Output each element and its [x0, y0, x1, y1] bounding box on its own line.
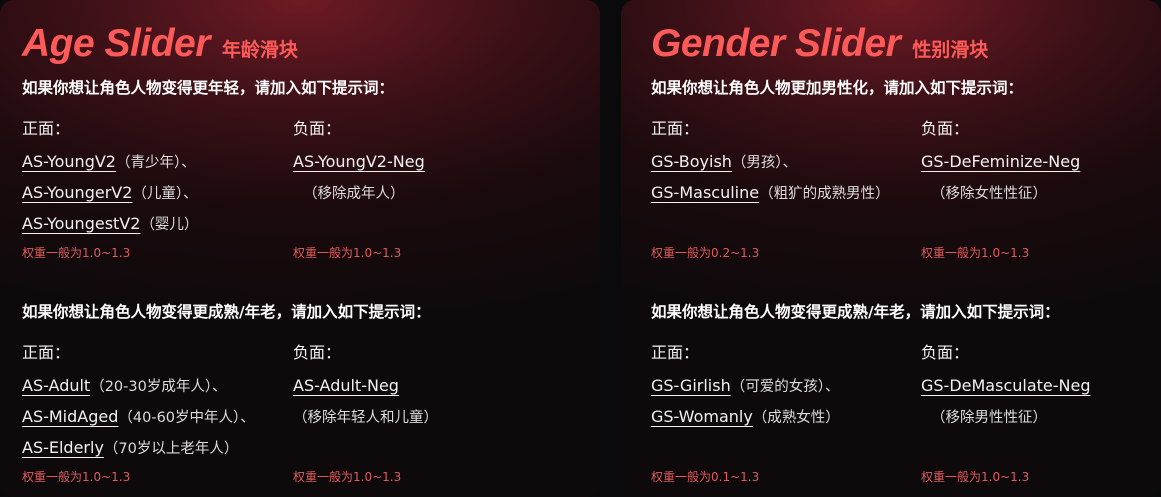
prompt-keyword[interactable]: AS-Adult: [22, 376, 90, 395]
older-negative-column: 负面： AS-Adult-Neg （移除年轻人和儿童）: [293, 342, 438, 432]
prompt-item: GS-Womanly（成熟女性）: [651, 401, 840, 432]
prompt-keyword[interactable]: GS-DeFeminize-Neg: [921, 152, 1080, 171]
negative-label: 负面：: [293, 119, 342, 138]
weight-note: 权重一般为1.0~1.3: [22, 470, 131, 484]
age-slider-title: Age Slider 年龄滑块: [22, 22, 298, 66]
prompt-note: （男孩）、: [731, 155, 798, 171]
gender-slider-title: Gender Slider 性别滑块: [651, 22, 988, 66]
prompt-keyword[interactable]: AS-Elderly: [22, 438, 104, 457]
prompt-note: （婴儿）: [140, 217, 199, 233]
prompt-note: （移除男性性征）: [931, 410, 1047, 426]
negative-label: 负面：: [921, 343, 970, 362]
age-slider-title-cn: 年龄滑块: [221, 39, 298, 61]
prompt-note: （移除女性性征）: [931, 186, 1047, 202]
prompt-item: AS-Adult-Neg: [293, 370, 438, 401]
older-heading: 如果你想让角色人物变得更成熟/年老，请加入如下提示词：: [22, 303, 431, 321]
older-positive-column: 正面： AS-Adult（20-30岁成年人）、 AS-MidAged（40-6…: [22, 342, 255, 463]
positive-label: 正面：: [651, 343, 700, 362]
prompt-item: GS-DeFeminize-Neg: [921, 146, 1080, 177]
prompt-keyword[interactable]: GS-DeMasculate-Neg: [921, 376, 1090, 395]
gender-slider-title-cn: 性别滑块: [912, 39, 989, 61]
prompt-item: AS-Elderly（70岁以上老年人）: [22, 432, 255, 463]
male-negative-column: 负面： GS-DeFeminize-Neg （移除女性性征）: [921, 118, 1080, 208]
prompt-keyword[interactable]: AS-YoungV2-Neg: [293, 152, 425, 171]
prompt-item: AS-Adult（20-30岁成年人）、: [22, 370, 255, 401]
prompt-keyword[interactable]: GS-Girlish: [651, 376, 731, 395]
prompt-item: （移除成年人）: [293, 177, 425, 208]
prompt-keyword[interactable]: GS-Womanly: [651, 407, 753, 426]
prompt-item: AS-YoungestV2（婴儿）: [22, 208, 198, 239]
prompt-item: AS-YoungV2（青少年）、: [22, 146, 198, 177]
younger-positive-column: 正面： AS-YoungV2（青少年）、 AS-YoungerV2（儿童）、 A…: [22, 118, 198, 239]
negative-label: 负面：: [921, 119, 970, 138]
weight-note: 权重一般为1.0~1.3: [22, 246, 131, 260]
weight-note: 权重一般为1.0~1.3: [293, 470, 402, 484]
prompt-item: AS-MidAged（40-60岁中年人）、: [22, 401, 255, 432]
prompt-note: （移除成年人）: [303, 186, 405, 202]
prompt-item: GS-Boyish（男孩）、: [651, 146, 890, 177]
prompt-item: （移除男性性征）: [921, 401, 1090, 432]
weight-note: 权重一般为0.2~1.3: [651, 246, 760, 260]
prompt-item: GS-DeMasculate-Neg: [921, 370, 1090, 401]
prompt-note: （40-60岁中年人）、: [118, 410, 255, 426]
prompt-keyword[interactable]: AS-YoungV2: [22, 152, 116, 171]
female-positive-column: 正面： GS-Girlish（可爱的女孩）、 GS-Womanly（成熟女性）: [651, 342, 840, 432]
weight-note: 权重一般为1.0~1.3: [921, 246, 1030, 260]
male-positive-column: 正面： GS-Boyish（男孩）、 GS-Masculine（粗犷的成熟男性）: [651, 118, 890, 208]
male-heading: 如果你想让角色人物更加男性化，请加入如下提示词：: [651, 79, 1024, 97]
prompt-note: （20-30岁成年人）、: [90, 379, 227, 395]
prompt-note: （青少年）、: [115, 155, 196, 171]
age-slider-title-en: Age Slider: [22, 22, 210, 65]
prompt-note: （儿童）、: [132, 186, 198, 202]
prompt-note: （70岁以上老年人）: [103, 441, 239, 457]
positive-label: 正面：: [22, 343, 71, 362]
prompt-note: （成熟女性）: [752, 410, 840, 426]
prompt-keyword[interactable]: AS-MidAged: [22, 407, 118, 426]
prompt-keyword[interactable]: AS-YoungerV2: [22, 183, 132, 202]
prompt-item: AS-YoungV2-Neg: [293, 146, 425, 177]
prompt-note: （可爱的女孩）、: [730, 379, 840, 395]
prompt-keyword[interactable]: AS-Adult-Neg: [293, 376, 399, 395]
female-negative-column: 负面： GS-DeMasculate-Neg （移除男性性征）: [921, 342, 1090, 432]
female-heading: 如果你想让角色人物变得更成熟/年老，请加入如下提示词：: [651, 303, 1060, 321]
prompt-note: （粗犷的成熟男性）: [759, 186, 890, 202]
positive-label: 正面：: [651, 119, 700, 138]
prompt-keyword[interactable]: GS-Masculine: [651, 183, 759, 202]
younger-negative-column: 负面： AS-YoungV2-Neg （移除成年人）: [293, 118, 425, 208]
weight-note: 权重一般为0.1~1.3: [651, 470, 760, 484]
gender-slider-title-en: Gender Slider: [651, 22, 901, 65]
negative-label: 负面：: [293, 343, 342, 362]
prompt-keyword[interactable]: AS-YoungestV2: [22, 214, 140, 233]
prompt-keyword[interactable]: GS-Boyish: [651, 152, 732, 171]
prompt-item: GS-Girlish（可爱的女孩）、: [651, 370, 840, 401]
weight-note: 权重一般为1.0~1.3: [293, 246, 402, 260]
prompt-note: （移除年轻人和儿童）: [293, 410, 438, 426]
prompt-item: AS-YoungerV2（儿童）、: [22, 177, 198, 208]
weight-note: 权重一般为1.0~1.3: [921, 470, 1030, 484]
prompt-item: GS-Masculine（粗犷的成熟男性）: [651, 177, 890, 208]
prompt-item: （移除女性性征）: [921, 177, 1080, 208]
younger-heading: 如果你想让角色人物变得更年轻，请加入如下提示词：: [22, 79, 395, 97]
positive-label: 正面：: [22, 119, 71, 138]
prompt-item: （移除年轻人和儿童）: [293, 401, 438, 432]
gender-slider-panel: Gender Slider 性别滑块 如果你想让角色人物更加男性化，请加入如下提…: [621, 0, 1161, 497]
age-slider-panel: Age Slider 年龄滑块 如果你想让角色人物变得更年轻，请加入如下提示词：…: [0, 0, 600, 497]
